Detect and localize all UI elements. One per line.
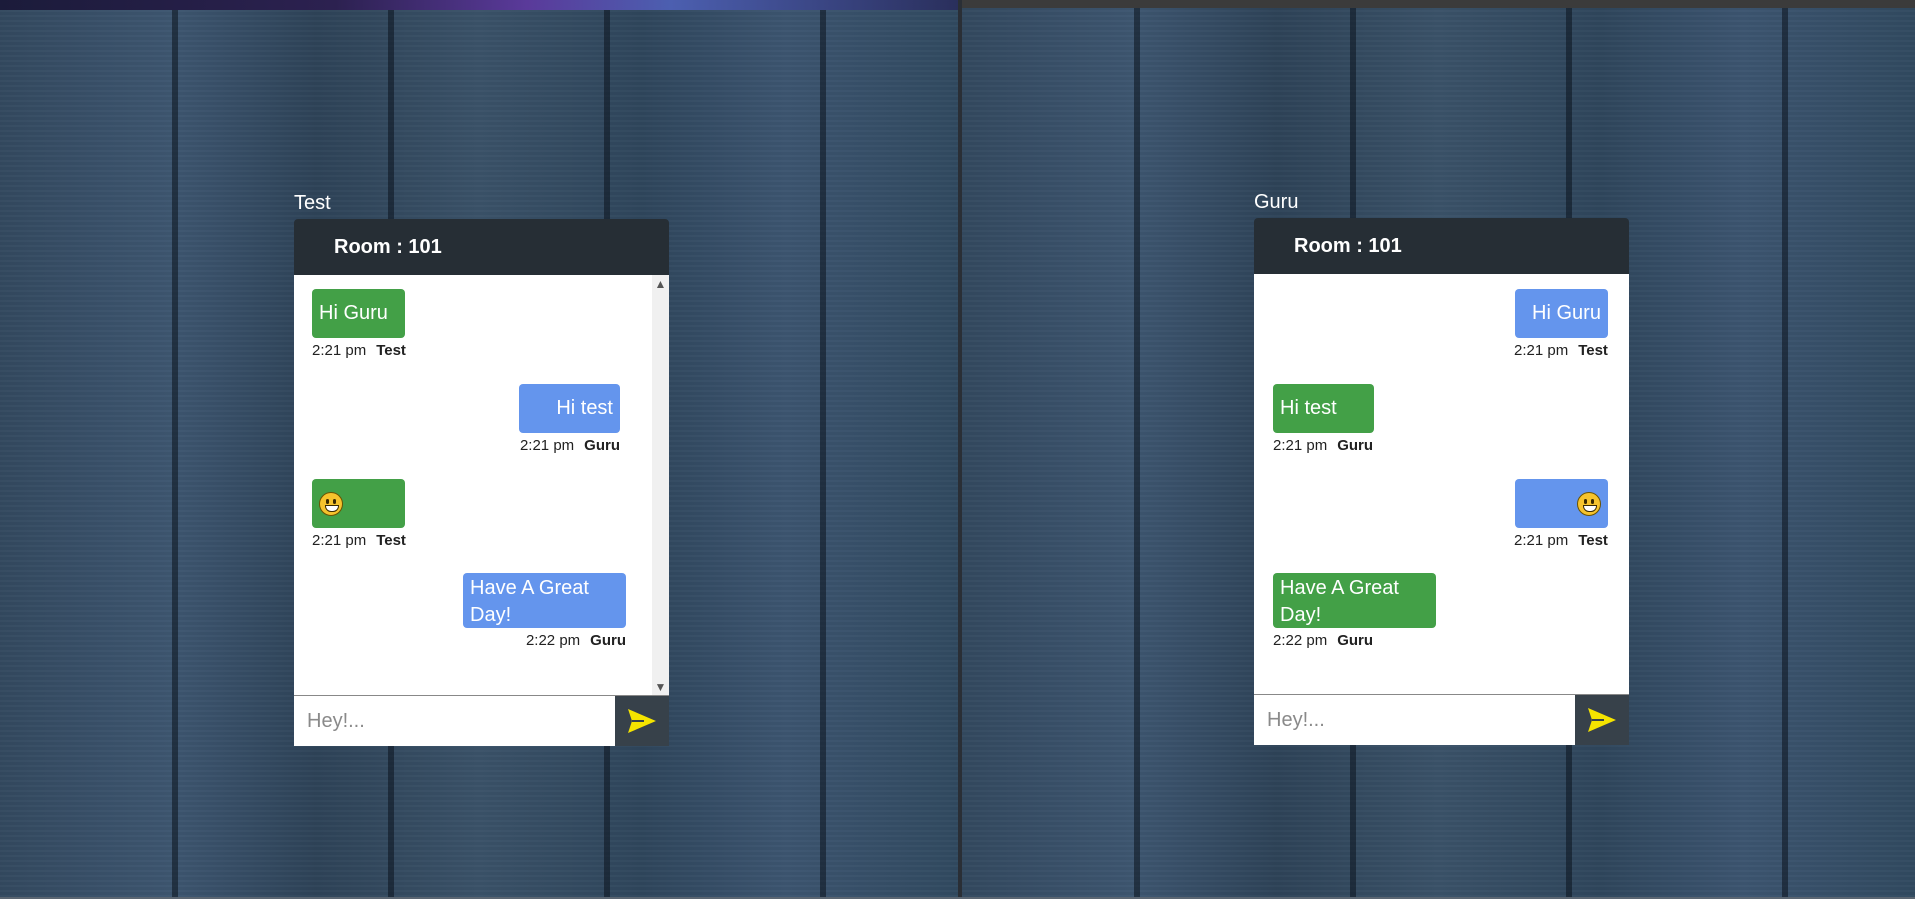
message-bubble: Hi test bbox=[519, 384, 620, 433]
message-time: 2:21 pm bbox=[1514, 342, 1569, 359]
message-list[interactable]: Hi Guru 2:21 pm Test Hi test 2:21 pm Guru … bbox=[1254, 274, 1629, 694]
message-time: 2:22 pm bbox=[1273, 632, 1328, 649]
current-username: Test bbox=[294, 192, 331, 214]
chat-header: Room : 101 bbox=[1254, 218, 1629, 274]
message-meta: 2:21 pm Guru bbox=[519, 437, 620, 454]
grinning-face-emoji-icon bbox=[319, 491, 343, 516]
message-author: Guru bbox=[1337, 632, 1374, 649]
vertical-scrollbar[interactable]: ▲ ▼ bbox=[652, 275, 669, 695]
message-meta: 2:22 pm Guru bbox=[1273, 632, 1436, 649]
message-time: 2:21 pm bbox=[1273, 437, 1328, 454]
message-author: Test bbox=[1578, 342, 1608, 359]
message-bubble bbox=[1514, 479, 1608, 528]
message-meta: 2:21 pm Test bbox=[312, 532, 406, 549]
message-meta: 2:21 pm Test bbox=[1514, 532, 1608, 549]
message-item: Hi Guru 2:21 pm Test bbox=[1514, 289, 1608, 359]
message-author: Test bbox=[376, 532, 406, 549]
browser-top-strip-right bbox=[962, 0, 1915, 8]
message-bubble: Hi Guru bbox=[1514, 289, 1608, 338]
message-item: Hi test 2:21 pm Guru bbox=[519, 384, 620, 454]
message-author: Guru bbox=[1337, 437, 1374, 454]
chevron-down-icon[interactable]: ▼ bbox=[652, 678, 669, 695]
message-meta: 2:21 pm Test bbox=[1514, 342, 1608, 359]
paper-plane-icon bbox=[1588, 708, 1616, 732]
message-time: 2:21 pm bbox=[312, 342, 367, 359]
message-author: Test bbox=[1578, 532, 1608, 549]
paper-plane-icon bbox=[628, 709, 656, 733]
send-button[interactable] bbox=[615, 696, 669, 746]
message-bubble: Hi test bbox=[1273, 384, 1374, 433]
message-time: 2:22 pm bbox=[525, 632, 581, 649]
message-time: 2:21 pm bbox=[519, 437, 575, 454]
message-meta: 2:21 pm Test bbox=[312, 342, 406, 359]
message-composer bbox=[294, 695, 669, 746]
message-item: Hi test 2:21 pm Guru bbox=[1273, 384, 1374, 454]
message-meta: 2:21 pm Guru bbox=[1273, 437, 1374, 454]
chevron-up-icon[interactable]: ▲ bbox=[652, 275, 669, 292]
message-time: 2:21 pm bbox=[312, 532, 367, 549]
room-title: Room : 101 bbox=[334, 235, 442, 258]
message-item: Hi Guru 2:21 pm Test bbox=[312, 289, 406, 359]
message-item: Have A Great Day! 2:22 pm Guru bbox=[463, 573, 626, 649]
message-composer bbox=[1254, 694, 1629, 745]
message-item: 2:21 pm Test bbox=[1514, 479, 1608, 549]
message-bubble bbox=[312, 479, 405, 528]
chat-header: Room : 101 bbox=[294, 219, 669, 275]
message-item: Have A Great Day! 2:22 pm Guru bbox=[1273, 573, 1436, 649]
message-bubble: Have A Great Day! bbox=[1273, 573, 1436, 628]
grinning-face-emoji-icon bbox=[1576, 491, 1601, 516]
message-item: 2:21 pm Test bbox=[312, 479, 406, 549]
chat-window-test: Test Room : 101 Hi Guru 2:21 pm Test Hi t… bbox=[294, 192, 669, 746]
message-input[interactable] bbox=[294, 696, 615, 746]
current-username: Guru bbox=[1254, 191, 1299, 213]
browser-top-strip-left bbox=[0, 0, 958, 10]
message-author: Test bbox=[376, 342, 406, 359]
message-author: Guru bbox=[590, 632, 626, 649]
message-list[interactable]: Hi Guru 2:21 pm Test Hi test 2:21 pm Guru … bbox=[294, 275, 669, 695]
message-meta: 2:22 pm Guru bbox=[463, 632, 626, 649]
message-input[interactable] bbox=[1254, 695, 1575, 745]
message-bubble: Have A Great Day! bbox=[463, 573, 626, 628]
message-bubble: Hi Guru bbox=[312, 289, 405, 338]
send-button[interactable] bbox=[1575, 695, 1629, 745]
message-author: Guru bbox=[584, 437, 620, 454]
chat-window-guru: Guru Room : 101 Hi Guru 2:21 pm Test Hi t… bbox=[1254, 191, 1629, 745]
room-title: Room : 101 bbox=[1294, 234, 1402, 257]
message-time: 2:21 pm bbox=[1514, 532, 1569, 549]
